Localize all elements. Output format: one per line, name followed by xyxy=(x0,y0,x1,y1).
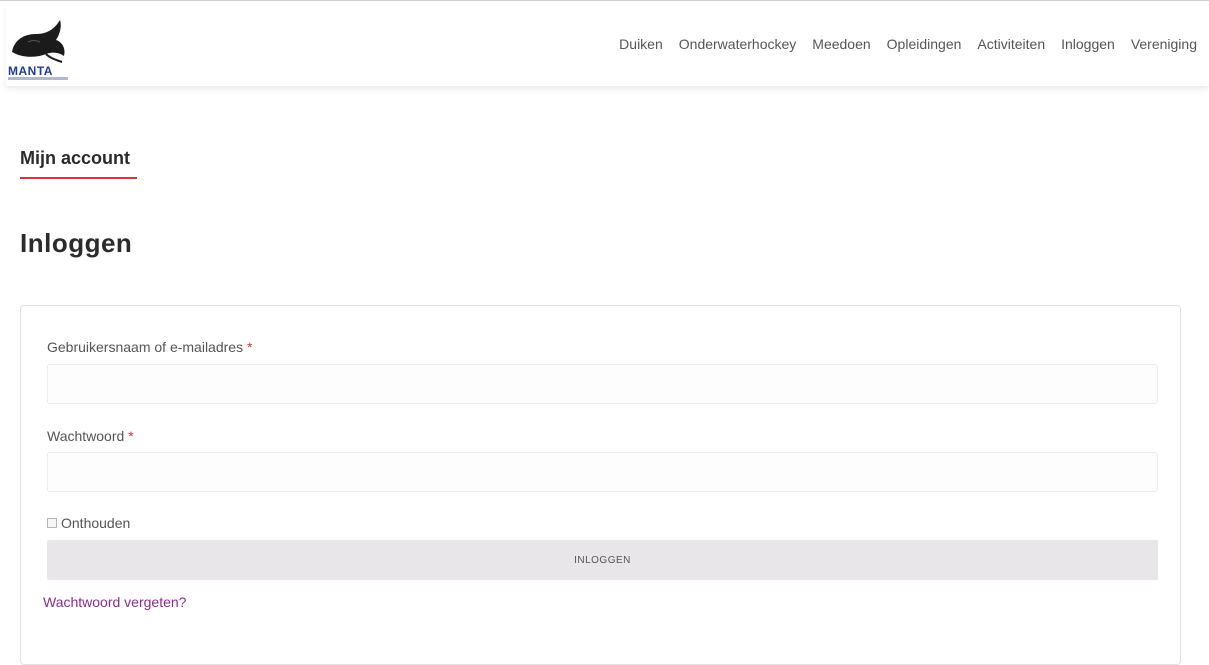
nav-item-activiteiten[interactable]: Activiteiten xyxy=(977,36,1045,52)
site-logo[interactable]: MANTA xyxy=(6,12,70,80)
username-label-text: Gebruikersnaam of e-mailadres xyxy=(47,339,244,355)
nav-item-opleidingen[interactable]: Opleidingen xyxy=(887,36,962,52)
nav-item-duiken[interactable]: Duiken xyxy=(619,36,663,52)
password-label: Wachtwoord * xyxy=(47,428,134,444)
remember-label: Onthouden xyxy=(61,515,131,531)
logo-tagline xyxy=(8,77,68,80)
site-header: MANTA Duiken Onderwaterhockey Meedoen Op… xyxy=(6,4,1209,86)
remember-checkbox[interactable] xyxy=(47,518,57,528)
required-marker: * xyxy=(246,339,253,355)
username-label: Gebruikersnaam of e-mailadres * xyxy=(47,339,252,355)
page-title: Inloggen xyxy=(20,228,133,258)
manta-ray-logo-icon xyxy=(12,20,65,63)
main-navigation: Duiken Onderwaterhockey Meedoen Opleidin… xyxy=(603,36,1197,52)
nav-item-vereniging[interactable]: Vereniging xyxy=(1131,36,1197,52)
password-label-text: Wachtwoord xyxy=(47,428,125,444)
required-marker: * xyxy=(128,428,134,444)
forgot-password-link[interactable]: Wachtwoord vergeten? xyxy=(43,594,186,610)
nav-item-onderwaterhockey[interactable]: Onderwaterhockey xyxy=(679,36,797,52)
remember-me: Onthouden xyxy=(47,515,130,531)
section-title: Mijn account xyxy=(20,148,131,168)
username-input[interactable] xyxy=(47,364,1158,404)
logo-text: MANTA xyxy=(8,64,53,78)
login-button[interactable]: INLOGGEN xyxy=(47,540,1158,580)
password-input[interactable] xyxy=(47,452,1158,492)
section-title-underline xyxy=(20,177,137,179)
nav-item-meedoen[interactable]: Meedoen xyxy=(812,36,870,52)
login-form: Gebruikersnaam of e-mailadres * Wachtwoo… xyxy=(20,305,1181,665)
nav-item-inloggen[interactable]: Inloggen xyxy=(1061,36,1115,52)
